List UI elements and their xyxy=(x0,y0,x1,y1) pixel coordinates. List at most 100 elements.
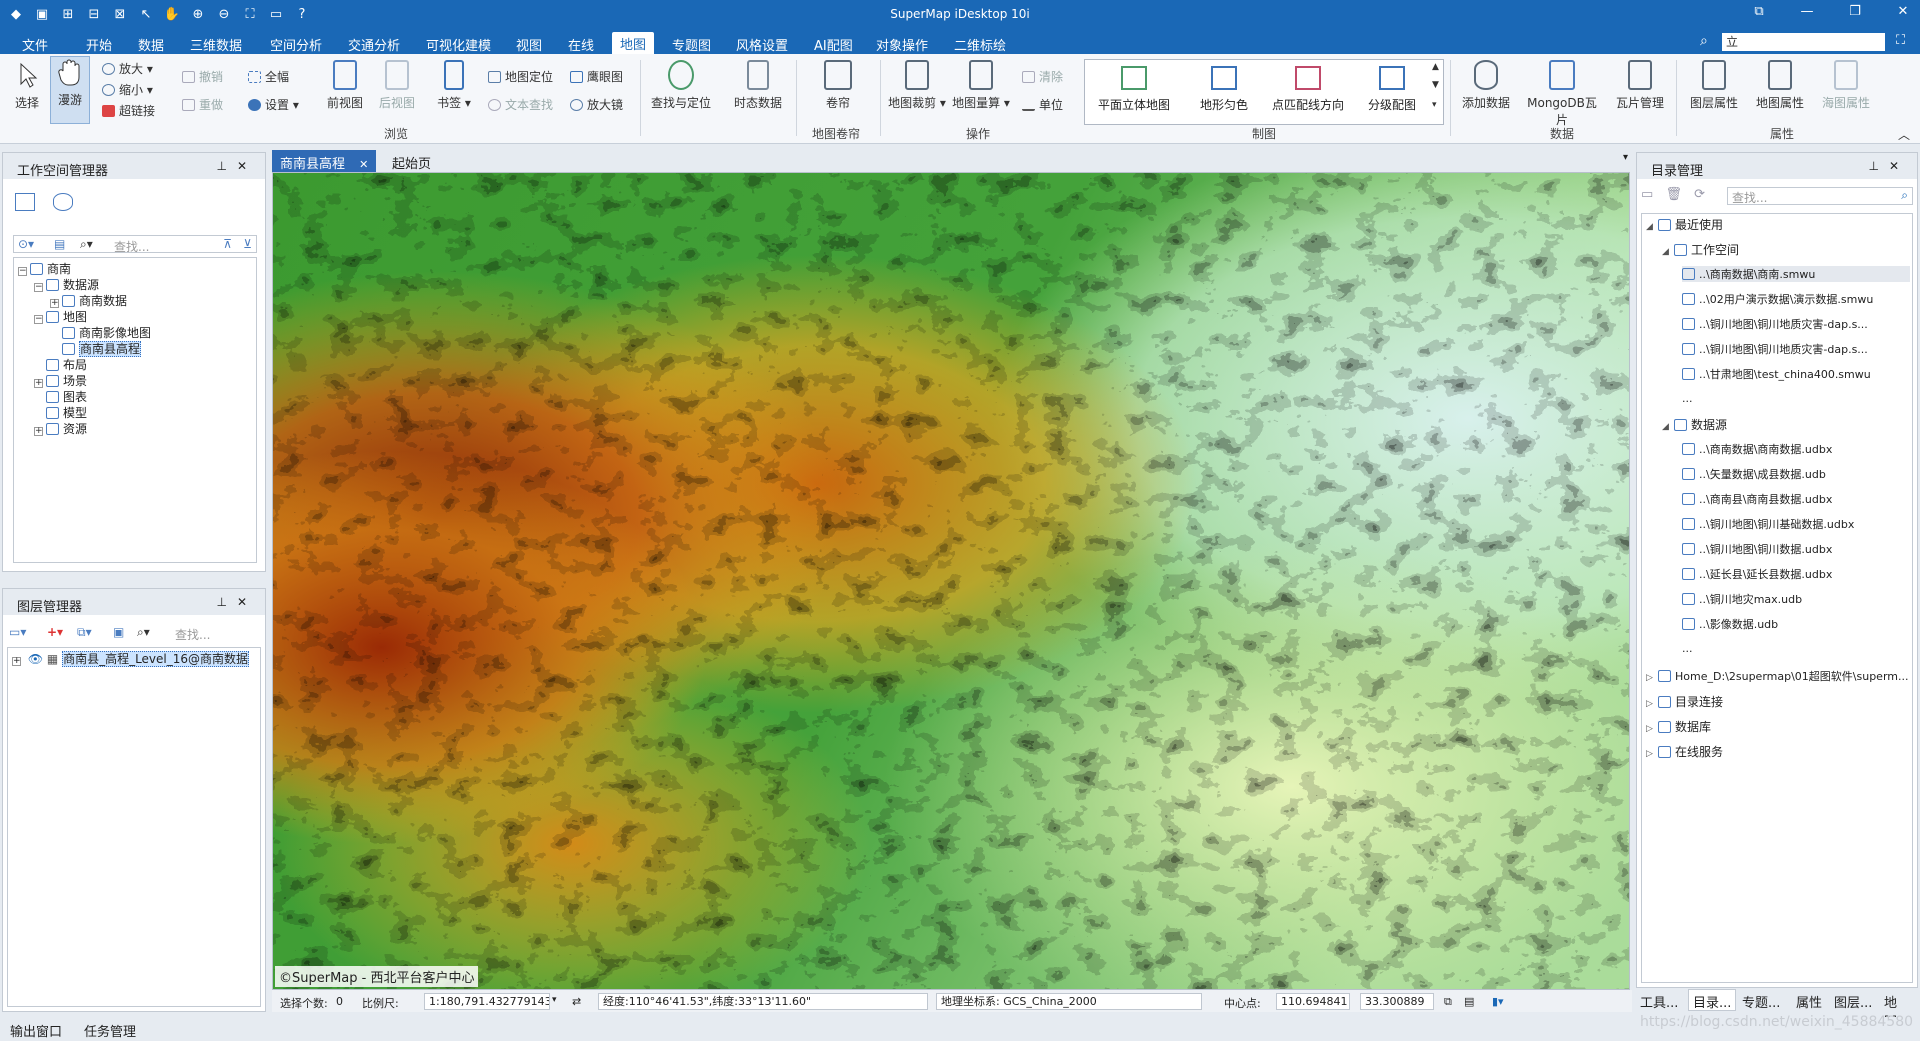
zoom-in-button[interactable]: 放大 ▾ xyxy=(102,60,153,77)
workspace-search-input[interactable]: 查找... xyxy=(114,238,149,255)
next-view-button[interactable]: 后视图 xyxy=(374,60,420,111)
map-view[interactable]: ©SuperMap - 西北平台客户中心 xyxy=(272,172,1630,990)
menu-tab[interactable]: AI配图 xyxy=(806,33,861,56)
center-y-input[interactable]: 33.300889 xyxy=(1360,993,1434,1010)
output-window-tab[interactable]: 输出窗口 xyxy=(10,1021,62,1040)
find-locate-button[interactable]: 查找与定位 xyxy=(646,60,716,111)
map-properties-button[interactable]: 地图属性 xyxy=(1750,60,1810,111)
collapse-down-icon[interactable]: ⊻ xyxy=(243,237,252,251)
pin-icon[interactable]: ⛶ xyxy=(1896,33,1905,48)
menu-tab[interactable]: 地图 xyxy=(612,32,655,54)
magnifier-button[interactable]: 放大镜 xyxy=(570,96,623,113)
catalog-recent[interactable]: ◢ 最近使用 xyxy=(1646,216,1723,233)
database-icon[interactable] xyxy=(53,193,73,211)
right-panel-tab[interactable]: 图层... xyxy=(1834,992,1872,1011)
restore-ribbon-icon[interactable]: ⧉ xyxy=(1748,4,1770,19)
catalog-file[interactable]: ..\商南县\商南县数据.udbx xyxy=(1682,491,1832,507)
menu-tab[interactable]: 空间分析 xyxy=(262,33,330,56)
visible-eye-icon[interactable]: 👁 xyxy=(28,652,43,666)
catalog-workspace[interactable]: ◢ 工作空间 xyxy=(1662,241,1739,258)
expand-icon[interactable]: + xyxy=(34,427,43,436)
catalog-file[interactable]: ..\铜川地图\铜川地质灾害-dap.s... xyxy=(1682,341,1868,357)
tree-node[interactable]: 商南影像地图 xyxy=(50,324,151,341)
catalog-home[interactable]: ▷ Home_D:\2supermap\01超图软件\superm... xyxy=(1646,668,1908,684)
menu-tab[interactable]: 三维数据 xyxy=(182,33,250,56)
close-tab-icon[interactable]: ✕ xyxy=(359,158,368,171)
full-extent-button[interactable]: 全幅 xyxy=(248,68,289,85)
expand-arrow[interactable]: ▷ xyxy=(1646,699,1658,709)
layer-list-icon[interactable]: ▣ xyxy=(113,625,124,639)
right-panel-tab[interactable]: 工具... xyxy=(1640,992,1678,1011)
menu-tab[interactable]: 数据 xyxy=(130,33,172,56)
bookmark-status-icon[interactable]: ▮▾ xyxy=(1492,995,1504,1008)
gallery-down-button[interactable]: ▼ xyxy=(1432,80,1439,90)
panel-controls[interactable]: ⊥✕ xyxy=(1868,159,1909,173)
tab-shangnan-elevation[interactable]: 商南县高程 ✕ xyxy=(272,150,377,172)
swipe-button[interactable]: 卷帘 xyxy=(808,60,868,111)
add-data-button[interactable]: 添加数据 xyxy=(1458,60,1514,111)
map-clip-button[interactable]: 地图裁剪 ▾ xyxy=(888,60,946,111)
expand-icon[interactable]: + xyxy=(12,657,21,666)
tree-node[interactable]: − 地图 xyxy=(34,308,87,325)
expand-icon[interactable]: + xyxy=(34,379,43,388)
right-panel-tab[interactable]: 目录... xyxy=(1688,989,1737,1011)
right-panel-tab[interactable]: 属性 xyxy=(1796,992,1822,1011)
redo-button[interactable]: 重做 xyxy=(182,96,223,113)
maximize-icon[interactable]: ❐ xyxy=(1844,4,1866,19)
add-layer-icon[interactable]: +▾ xyxy=(47,625,63,639)
settings-button[interactable]: 设置 ▾ xyxy=(248,96,299,113)
menu-tab[interactable]: 可视化建模 xyxy=(418,33,499,56)
menu-tab[interactable]: 风格设置 xyxy=(728,33,796,56)
expand-arrow[interactable]: ▷ xyxy=(1646,724,1658,734)
gallery-item[interactable]: 分级配图 xyxy=(1349,66,1435,113)
close-icon[interactable]: ✕ xyxy=(1892,4,1914,19)
menu-tab[interactable]: 在线 xyxy=(560,33,602,56)
catalog-file[interactable]: ..\02用户演示数据\演示数据.smwu xyxy=(1682,291,1873,307)
layer-group-icon[interactable]: ⧉▾ xyxy=(77,625,92,640)
zoom-out-button[interactable]: 缩小 ▾ xyxy=(102,81,153,98)
scale-dropdown-icon[interactable]: ▾ xyxy=(552,995,557,1005)
gallery-up-button[interactable]: ▲ xyxy=(1432,62,1439,72)
layer-style-icon[interactable]: ▭▾ xyxy=(9,625,26,639)
swap-icon[interactable]: ⇄ xyxy=(572,995,581,1008)
gallery-item[interactable]: 地形匀色 xyxy=(1181,66,1267,113)
expand-arrow[interactable]: ◢ xyxy=(1662,422,1674,432)
catalog-online-service[interactable]: ▷ 在线服务 xyxy=(1646,743,1723,760)
catalog-file[interactable]: ..\铜川地灾max.udb xyxy=(1682,591,1802,607)
clear-button[interactable]: 清除 xyxy=(1022,68,1063,85)
tree-node[interactable]: 图表 xyxy=(34,388,87,405)
scale-input[interactable]: 1:180,791.432779143 xyxy=(424,993,550,1010)
catalog-file[interactable]: ..\铜川地图\铜川地质灾害-dap.s... xyxy=(1682,316,1868,332)
prev-view-button[interactable]: 前视图 xyxy=(322,60,368,111)
tab-list-icon[interactable]: ▾ xyxy=(1623,152,1628,163)
menu-tab[interactable]: 专题图 xyxy=(664,33,719,56)
panel-controls[interactable]: ⊥✕ xyxy=(216,159,257,173)
undo-button[interactable]: 撤销 xyxy=(182,68,223,85)
tree-node[interactable]: 商南县高程 xyxy=(50,340,142,357)
layer-search-input[interactable]: 查找... xyxy=(175,626,210,643)
bookmark-button[interactable]: 书签 ▾ xyxy=(434,60,474,111)
catalog-file[interactable]: ..\商南数据\商南.smwu xyxy=(1682,266,1910,282)
refresh-icon[interactable]: ⟳ xyxy=(1694,187,1705,202)
layer-item[interactable]: + 👁 ▦ 商南县_高程_Level_16@商南数据 xyxy=(12,650,250,667)
expand-icon[interactable]: − xyxy=(34,315,43,324)
layer-properties-button[interactable]: 图层属性 xyxy=(1684,60,1744,111)
expand-icon[interactable]: − xyxy=(18,267,27,276)
delete-icon[interactable]: 🗑 xyxy=(1665,187,1682,202)
tree-node[interactable]: + 商南数据 xyxy=(50,292,127,309)
open-menu-icon[interactable]: ⊙▾ xyxy=(18,237,34,251)
catalog-file[interactable]: ..\矢量数据\成县数据.udb xyxy=(1682,466,1826,482)
catalog-file[interactable]: ..\影像数据.udb xyxy=(1682,616,1778,632)
gallery-item[interactable]: 点匹配线方向 xyxy=(1265,66,1351,113)
search-icon[interactable]: ⌕▾ xyxy=(80,237,93,252)
command-search-input[interactable]: 立 xyxy=(1722,33,1885,51)
menu-tab[interactable]: 开始 xyxy=(78,33,120,56)
eagle-eye-button[interactable]: 鹰眼图 xyxy=(570,68,623,85)
menu-tab[interactable]: 文件 xyxy=(14,33,56,56)
chart-properties-button[interactable]: 海图属性 xyxy=(1816,60,1876,111)
catalog-file[interactable]: ..\铜川地图\铜川数据.udbx xyxy=(1682,541,1832,557)
catalog-datasource[interactable]: ◢ 数据源 xyxy=(1662,416,1727,433)
collapse-up-icon[interactable]: ⊼ xyxy=(223,237,232,251)
menu-tab[interactable]: 交通分析 xyxy=(340,33,408,56)
gallery-item[interactable]: 平面立体地图 xyxy=(1091,66,1177,113)
